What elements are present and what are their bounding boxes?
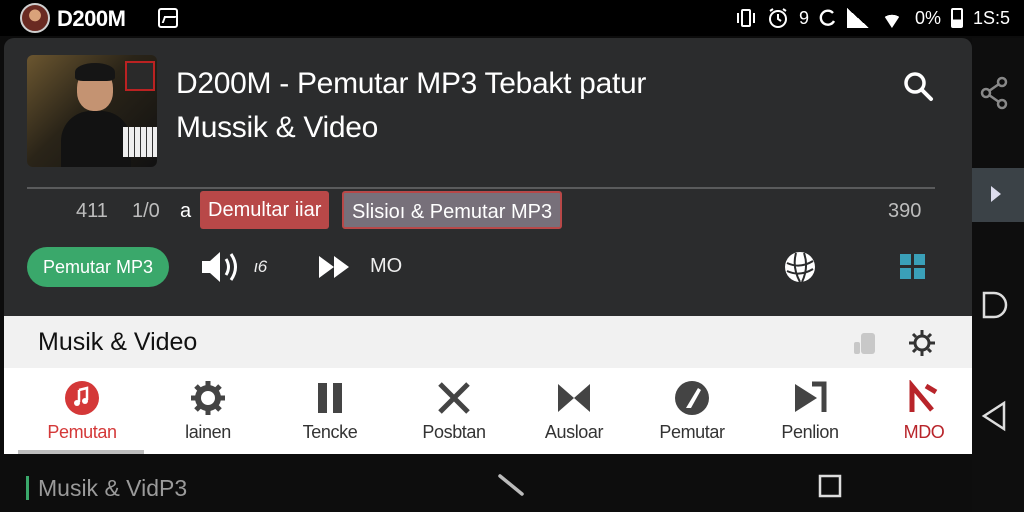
track-title: D200M - Pemutar MP3 Tebakt patur Mussik … xyxy=(176,67,647,144)
disc-pen-icon xyxy=(675,381,709,415)
player-card: D200M - Pemutar MP3 Tebakt patur Mussik … xyxy=(4,38,972,316)
volume-icon[interactable] xyxy=(200,249,242,285)
tab-label: MDO xyxy=(903,422,945,442)
tab-bar: Pemutan lainen Tencke Posbtan Ausloar Pe… xyxy=(4,368,972,454)
fast-forward-icon[interactable] xyxy=(316,249,352,285)
status-indicator-text: 9 xyxy=(798,7,809,28)
gear-icon xyxy=(191,381,225,415)
chip-prefix: a xyxy=(180,200,192,222)
alarm-icon xyxy=(768,8,787,28)
tab-label: Pemutar xyxy=(659,422,725,442)
tab-label: Pemutan xyxy=(47,422,117,442)
tab-label: Tencke xyxy=(302,422,358,442)
bowtie-icon xyxy=(558,384,590,412)
tab-label: Penlion xyxy=(781,422,839,442)
bottom-accent-bar xyxy=(26,476,29,500)
tab-tencke[interactable]: Tencke xyxy=(270,368,390,454)
tab-label: Posbtan xyxy=(422,422,486,442)
tab-lainen[interactable]: lainen xyxy=(148,368,268,454)
progress-bar[interactable] xyxy=(27,187,935,189)
album-art[interactable] xyxy=(27,55,157,167)
tab-ausloar[interactable]: Ausloar xyxy=(514,368,634,454)
bottom-title: Musik & VidP3 xyxy=(38,475,188,501)
close-icon xyxy=(438,382,470,414)
elapsed-time: 411 xyxy=(76,200,108,222)
status-app-name: D200M xyxy=(57,6,126,31)
share-icon[interactable] xyxy=(978,76,1010,110)
status-time: 1S:5 xyxy=(972,7,1010,28)
battery-icon xyxy=(950,8,963,28)
tab-mdo[interactable]: MDO xyxy=(864,368,984,454)
volume-level: ι6 xyxy=(254,257,268,276)
play-arrow-icon[interactable] xyxy=(988,184,1004,204)
search-icon[interactable] xyxy=(902,70,934,102)
tab-pemutan[interactable]: Pemutan xyxy=(22,368,142,454)
music-note-icon xyxy=(65,381,99,415)
sync-icon xyxy=(819,9,836,26)
signal-icon xyxy=(846,8,869,28)
avatar[interactable] xyxy=(20,3,50,33)
tab-penlion[interactable]: Penlion xyxy=(750,368,870,454)
tab-posbtan[interactable]: Posbtan xyxy=(394,368,514,454)
chip-secondary[interactable]: Slisioı & Pemutar MP3 xyxy=(342,191,563,229)
battery-percent: 0% xyxy=(914,7,941,28)
skip-next-icon xyxy=(795,381,827,412)
image-notification-icon xyxy=(158,8,178,28)
status-indicators: 9 0% 1S:5 xyxy=(735,5,1010,31)
wifi-icon xyxy=(878,8,905,28)
square-icon[interactable] xyxy=(818,474,842,498)
pen-icon[interactable] xyxy=(496,472,526,498)
vibrate-icon xyxy=(736,9,755,27)
section-title: Musik & Video xyxy=(38,328,198,356)
settings-gear-icon[interactable] xyxy=(908,329,936,357)
track-counter: 1/0 xyxy=(132,200,160,222)
hand-icon[interactable] xyxy=(852,330,880,356)
total-time: 390 xyxy=(888,200,922,222)
tab-label: Ausloar xyxy=(544,422,604,442)
tab-pemutar[interactable]: Pemutar xyxy=(632,368,752,454)
tab-label: lainen xyxy=(185,422,231,442)
back-icon[interactable] xyxy=(980,400,1008,432)
mode-label: MO xyxy=(370,255,403,277)
section-header: Musik & Video xyxy=(4,316,972,368)
pause-icon xyxy=(318,383,342,413)
player-mode-button[interactable]: Pemutar MP3 xyxy=(27,247,169,287)
globe-icon[interactable] xyxy=(782,249,818,285)
chip-primary[interactable]: Demultar iiar xyxy=(200,191,330,229)
home-icon[interactable] xyxy=(980,290,1010,320)
status-bar: D200M 9 0% 1S:5 xyxy=(0,0,1024,36)
mdo-logo-icon xyxy=(909,380,938,412)
grid-icon[interactable] xyxy=(898,249,928,285)
